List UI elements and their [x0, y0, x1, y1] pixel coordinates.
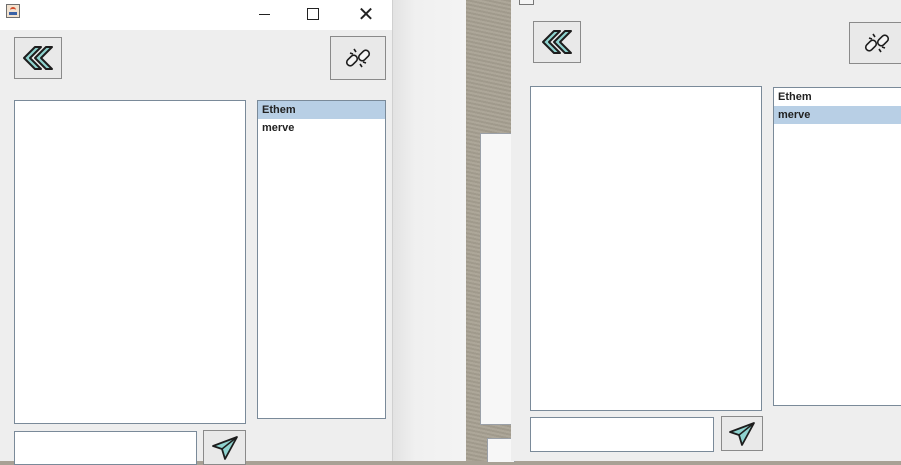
disconnect-button[interactable] [849, 22, 901, 64]
send-button[interactable] [721, 416, 763, 451]
background-window-panel [480, 133, 515, 425]
disconnect-button[interactable] [330, 36, 386, 80]
user-list[interactable]: Ethem merve [773, 87, 901, 406]
maximize-button[interactable] [293, 3, 333, 25]
paper-plane-icon [211, 435, 238, 460]
message-input[interactable] [14, 431, 197, 465]
chat-history-area[interactable] [14, 100, 246, 424]
user-list-item[interactable]: merve [774, 106, 901, 124]
back-button[interactable] [533, 21, 581, 63]
message-input[interactable] [530, 417, 714, 452]
close-icon: ✕ [357, 3, 375, 26]
double-chevron-left-icon [542, 30, 572, 54]
back-button[interactable] [14, 37, 62, 79]
background-shadow [392, 0, 470, 461]
maximize-icon [307, 8, 319, 20]
user-list-item[interactable]: merve [258, 119, 385, 137]
broken-link-icon [864, 33, 889, 53]
java-app-icon[interactable] [6, 4, 20, 18]
user-list-item[interactable]: Ethem [774, 88, 901, 106]
title-bar[interactable]: ✕ [0, 0, 392, 30]
close-button[interactable]: ✕ [346, 3, 386, 26]
user-list-item[interactable]: Ethem [258, 101, 385, 119]
user-list[interactable]: Ethem merve [257, 100, 386, 419]
chat-history-area[interactable] [530, 86, 762, 411]
chat-window-left: ✕ Ethem merve [0, 0, 393, 465]
minimize-icon [258, 13, 270, 15]
double-chevron-left-icon [23, 46, 53, 70]
minimize-button[interactable] [244, 3, 284, 25]
window-edge-icon [519, 0, 534, 5]
broken-link-icon [345, 48, 371, 68]
paper-plane-icon [729, 421, 755, 446]
send-button[interactable] [203, 430, 246, 465]
chat-window-right: Ethem merve [511, 0, 901, 461]
